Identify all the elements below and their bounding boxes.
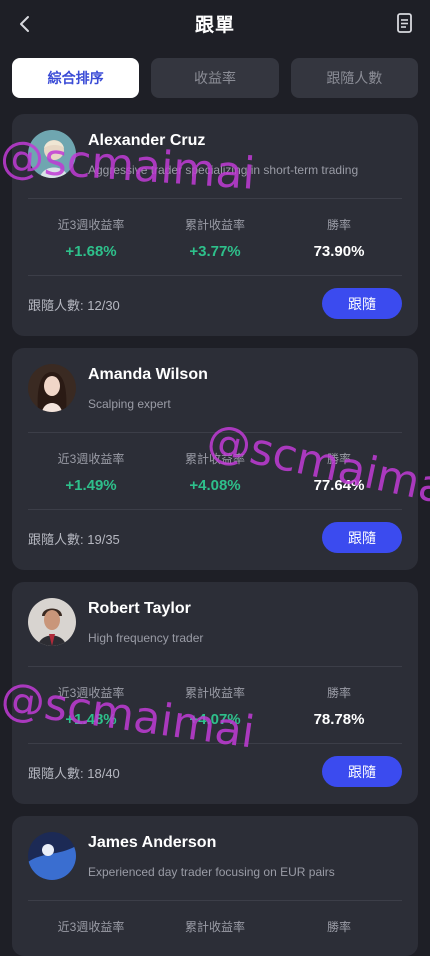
trader-description: Aggressive trader specializing in short-… [88, 163, 359, 177]
followers-count: 跟隨人數: 12/30 [28, 295, 120, 314]
trader-name: Robert Taylor [88, 600, 191, 617]
trader-name: Amanda Wilson [88, 366, 208, 383]
stat-value: 78.78% [313, 711, 365, 728]
stat-win-rate: 勝率 78.78% [274, 684, 404, 728]
stat-total-return: 累計收益率 +4.08% [150, 450, 280, 494]
follow-button[interactable]: 跟隨 [322, 288, 402, 319]
stat-label: 累計收益率 [184, 218, 245, 232]
avatar [28, 364, 76, 412]
divider [28, 509, 402, 510]
followers-value: 18/40 [87, 766, 120, 781]
divider [28, 900, 402, 901]
stat-win-rate: 勝率 73.90% [274, 216, 404, 260]
stat-value: +3.77% [189, 243, 241, 260]
stat-3week-return: 近3週收益率 +1.48% [26, 684, 156, 728]
tab-overall[interactable]: 綜合排序 [12, 58, 140, 98]
followers-label: 跟隨人數: [28, 532, 84, 547]
stat-value: +1.49% [65, 477, 117, 494]
trader-name: Alexander Cruz [88, 132, 206, 149]
followers-count: 跟隨人數: 18/40 [28, 763, 120, 782]
follow-button[interactable]: 跟隨 [322, 756, 402, 787]
trader-description: Experienced day trader focusing on EUR p… [88, 865, 335, 879]
avatar [28, 598, 76, 646]
stat-label: 近3週收益率 [57, 452, 125, 466]
stat-total-return: 累計收益率 [150, 918, 280, 935]
trader-card[interactable]: James Anderson Experienced day trader fo… [12, 816, 418, 956]
trader-name: James Anderson [88, 834, 217, 851]
followers-label: 跟隨人數: [28, 766, 84, 781]
stat-value: 73.90% [313, 243, 365, 260]
stat-label: 勝率 [326, 686, 351, 700]
stat-value: 77.64% [313, 477, 365, 494]
stat-3week-return: 近3週收益率 +1.49% [26, 450, 156, 494]
stat-value: +4.07% [189, 711, 241, 728]
stat-label: 累計收益率 [184, 686, 245, 700]
stat-win-rate: 勝率 [274, 918, 404, 935]
avatar [28, 130, 76, 178]
stat-value: +1.68% [65, 243, 117, 260]
trader-description: High frequency trader [88, 631, 204, 645]
divider [28, 666, 402, 667]
stat-value: +1.48% [65, 711, 117, 728]
document-icon [397, 13, 412, 33]
stat-label: 近3週收益率 [57, 686, 125, 700]
stat-label: 勝率 [326, 920, 351, 934]
followers-count: 跟隨人數: 19/35 [28, 529, 120, 548]
stat-3week-return: 近3週收益率 [26, 918, 156, 935]
followers-label: 跟隨人數: [28, 298, 84, 313]
stat-label: 累計收益率 [184, 452, 245, 466]
divider [28, 198, 402, 199]
stat-label: 近3週收益率 [57, 920, 125, 934]
stat-label: 勝率 [326, 218, 351, 232]
page-title: 跟單 [194, 15, 235, 36]
divider [28, 432, 402, 433]
tab-followers[interactable]: 跟隨人數 [290, 58, 418, 98]
stat-total-return: 累計收益率 +3.77% [150, 216, 280, 260]
trader-card[interactable]: Amanda Wilson Scalping expert 近3週收益率 +1.… [12, 348, 418, 570]
stat-label: 勝率 [326, 452, 351, 466]
trader-description: Scalping expert [88, 397, 171, 411]
stat-label: 累計收益率 [184, 920, 245, 934]
tab-return-rate[interactable]: 收益率 [151, 58, 279, 98]
follow-button[interactable]: 跟隨 [322, 522, 402, 553]
avatar [28, 832, 76, 880]
trader-card[interactable]: Alexander Cruz Aggressive trader special… [12, 114, 418, 336]
stat-win-rate: 勝率 77.64% [274, 450, 404, 494]
stat-label: 近3週收益率 [57, 218, 125, 232]
trader-card[interactable]: Robert Taylor High frequency trader 近3週收… [12, 582, 418, 804]
sort-tabs: 綜合排序 收益率 跟隨人數 [12, 58, 418, 98]
followers-value: 19/35 [87, 532, 120, 547]
stat-total-return: 累計收益率 +4.07% [150, 684, 280, 728]
records-button[interactable] [396, 11, 414, 35]
followers-value: 12/30 [87, 298, 120, 313]
divider [28, 275, 402, 276]
divider [28, 743, 402, 744]
stat-3week-return: 近3週收益率 +1.68% [26, 216, 156, 260]
stat-value: +4.08% [189, 477, 241, 494]
app-header: 跟單 [0, 0, 430, 48]
